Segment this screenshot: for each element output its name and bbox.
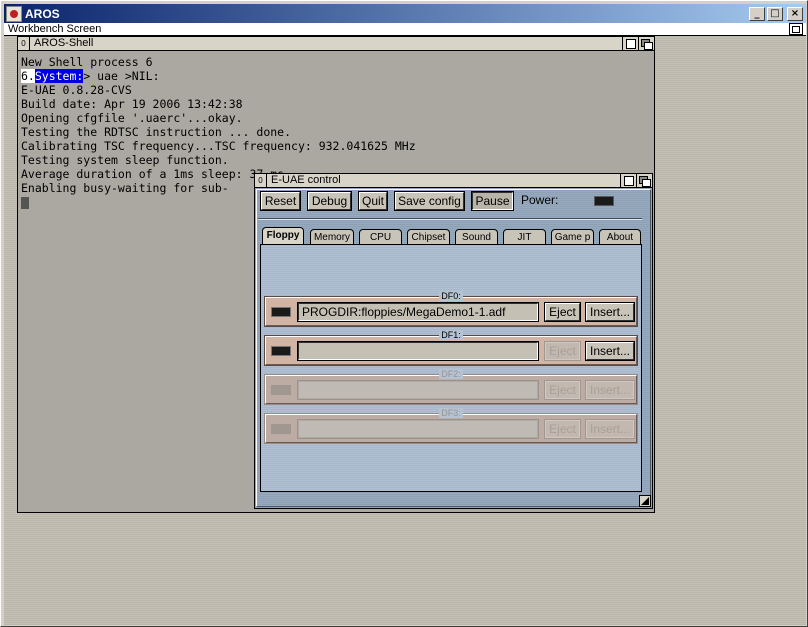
drive-df3: DF3: Eject Insert... <box>264 408 638 444</box>
close-button[interactable]: × <box>787 6 803 21</box>
drive-led <box>271 307 291 317</box>
tab-sound[interactable]: Sound <box>455 229 498 245</box>
screen-depth-icon[interactable] <box>789 23 803 35</box>
prompt-number: 6. <box>21 69 35 83</box>
floppy-panel <box>260 244 642 492</box>
tab-game-port[interactable]: Game p <box>551 229 594 245</box>
shell-depth-icon[interactable] <box>638 37 654 50</box>
drive-led <box>271 424 291 434</box>
insert-button[interactable]: Insert... <box>585 302 635 322</box>
insert-button[interactable]: Insert... <box>585 341 635 361</box>
shell-line: Build date: Apr 19 2006 13:42:38 <box>21 97 243 111</box>
drive-label: DF0: <box>439 291 463 301</box>
disk-path-field[interactable] <box>297 380 539 400</box>
shell-line: Opening cfgfile '.uaerc'...okay. <box>21 111 243 125</box>
quit-button[interactable]: Quit <box>358 191 388 211</box>
aros-app-icon[interactable] <box>6 5 22 22</box>
tab-about[interactable]: About <box>599 229 641 245</box>
tab-chipset[interactable]: Chipset <box>407 229 450 245</box>
save-config-button[interactable]: Save config <box>394 191 465 211</box>
shell-titlebar[interactable]: 0 AROS-Shell <box>18 37 654 51</box>
drive-df0: DF0: PROGDIR:floppies/MegaDemo1-1.adf Ej… <box>264 291 638 327</box>
euae-title: E-UAE control <box>271 174 341 186</box>
drive-led <box>271 385 291 395</box>
disk-path-field[interactable] <box>297 419 539 439</box>
screen-titlebar[interactable]: Workbench Screen <box>4 23 806 36</box>
shell-zoom-icon[interactable] <box>622 37 638 50</box>
eject-button[interactable]: Eject <box>544 419 581 439</box>
tab-cpu[interactable]: CPU <box>359 229 402 245</box>
drive-led <box>271 346 291 356</box>
prompt-path: System: <box>34 69 84 83</box>
screen-title: Workbench Screen <box>8 23 102 35</box>
shell-line: Testing system sleep function. <box>21 153 229 167</box>
host-window-title: AROS <box>25 6 60 21</box>
disk-path-field[interactable] <box>297 341 539 361</box>
disk-path-field[interactable]: PROGDIR:floppies/MegaDemo1-1.adf <box>297 302 539 322</box>
debug-button[interactable]: Debug <box>307 191 352 211</box>
eject-button[interactable]: Eject <box>544 380 581 400</box>
host-titlebar[interactable]: AROS _ □ × <box>4 4 806 23</box>
minimize-button[interactable]: _ <box>749 6 765 21</box>
shell-title: AROS-Shell <box>34 37 94 49</box>
insert-button[interactable]: Insert... <box>585 419 635 439</box>
text-cursor <box>21 196 29 209</box>
power-led <box>594 196 614 206</box>
shell-line: New Shell process 6 <box>21 55 153 69</box>
drive-label: DF1: <box>439 330 463 340</box>
shell-line: Calibrating TSC frequency...TSC frequenc… <box>21 139 416 153</box>
reset-button[interactable]: Reset <box>260 191 301 211</box>
tab-floppy[interactable]: Floppy <box>262 227 304 245</box>
eject-button[interactable]: Eject <box>544 302 581 322</box>
euae-zoom-icon[interactable] <box>620 174 636 187</box>
drive-df1: DF1: Eject Insert... <box>264 330 638 366</box>
tab-memory[interactable]: Memory <box>310 229 354 245</box>
drive-label: DF3: <box>439 408 463 418</box>
euae-titlebar[interactable]: 0 E-UAE control <box>255 174 652 188</box>
euae-close-icon[interactable]: 0 <box>255 174 267 187</box>
prompt-command: > uae >NIL: <box>83 69 160 83</box>
eject-button[interactable]: Eject <box>544 341 581 361</box>
power-label: Power: <box>521 193 559 207</box>
drive-label: DF2: <box>439 369 463 379</box>
tab-jit[interactable]: JIT <box>503 229 546 245</box>
shell-close-icon[interactable]: 0 <box>18 37 30 50</box>
shell-line: Testing the RDTSC instruction ... done. <box>21 125 292 139</box>
shell-line: E-UAE 0.8.28-CVS <box>21 83 132 97</box>
euae-resize-icon[interactable] <box>639 495 651 507</box>
insert-button[interactable]: Insert... <box>585 380 635 400</box>
pause-button[interactable]: Pause <box>471 191 514 211</box>
drive-df2: DF2: Eject Insert... <box>264 369 638 405</box>
shell-prompt-line: 6.System:> uae >NIL: <box>21 69 652 83</box>
maximize-button[interactable]: □ <box>767 6 783 21</box>
euae-depth-icon[interactable] <box>636 174 652 187</box>
toolbar-separator <box>258 218 642 220</box>
